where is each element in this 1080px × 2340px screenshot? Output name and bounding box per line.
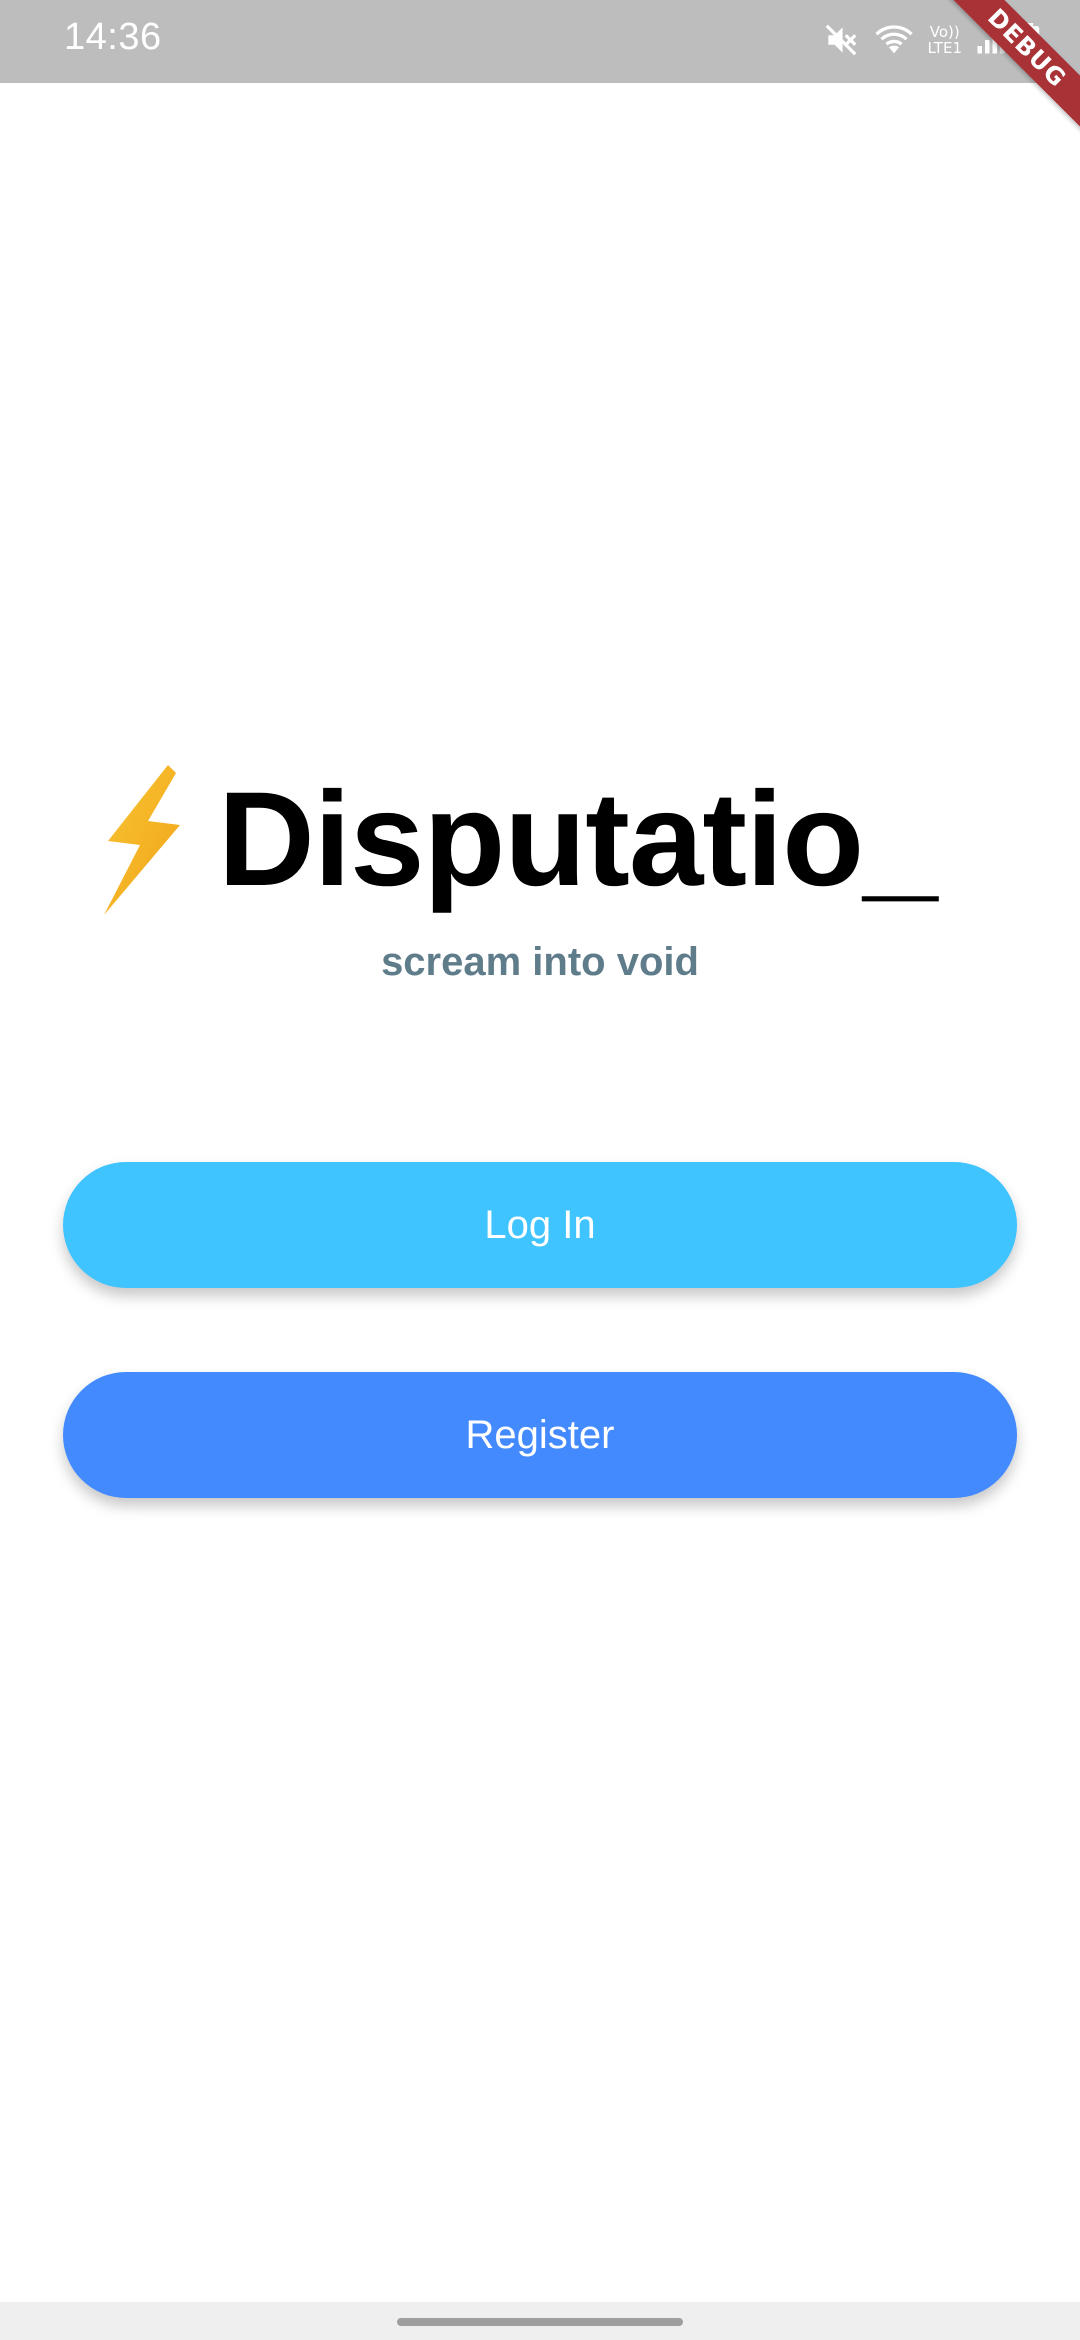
status-time: 14:36 bbox=[64, 16, 162, 58]
mute-icon bbox=[822, 21, 860, 59]
app-title: Disputatio_ bbox=[218, 765, 938, 914]
register-button[interactable]: Register bbox=[63, 1372, 1017, 1498]
app-tagline: scream into void bbox=[381, 940, 699, 984]
volte-label-top: Vo)) bbox=[929, 23, 960, 41]
volte-label-bottom: LTE1 bbox=[927, 39, 962, 57]
wifi-icon bbox=[874, 22, 914, 58]
login-button[interactable]: Log In bbox=[63, 1162, 1017, 1288]
navigation-bar bbox=[0, 2302, 1080, 2340]
volte-indicator: Vo)) LTE1 bbox=[928, 24, 962, 56]
home-indicator[interactable] bbox=[397, 2318, 683, 2326]
lightning-bolt-icon bbox=[96, 765, 188, 915]
brand-header: Disputatio_ bbox=[96, 760, 996, 920]
status-bar: 14:36 Vo)) LTE1 bbox=[0, 0, 1080, 83]
